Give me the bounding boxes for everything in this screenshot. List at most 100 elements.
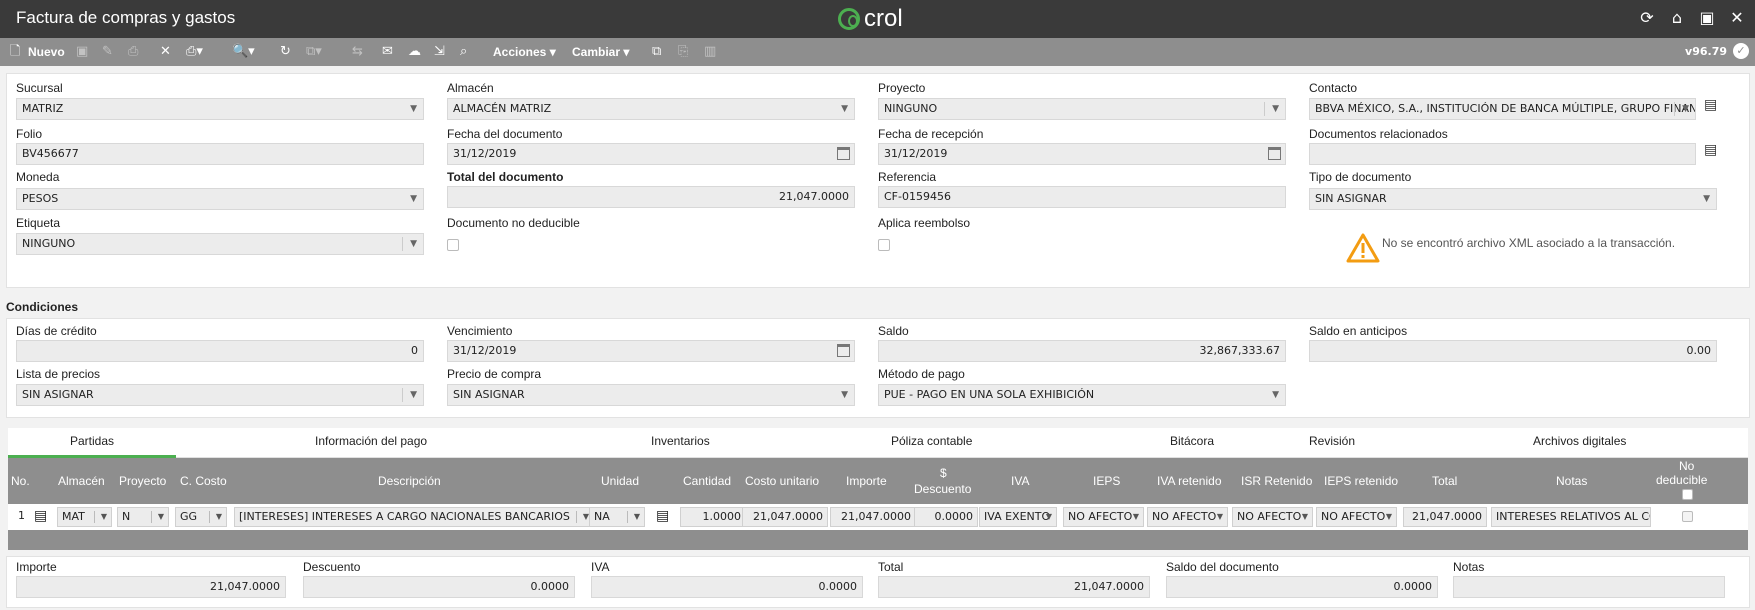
fecha-documento-input[interactable]: 31/12/2019 xyxy=(447,143,855,165)
edit-icon[interactable]: ✎ xyxy=(102,42,113,62)
total-documento-input[interactable]: 21,047.0000 xyxy=(447,186,855,208)
totals-iva-label: IVA xyxy=(591,560,610,574)
saldo-anticipos-input[interactable]: 0.00 xyxy=(1309,340,1717,362)
home-icon[interactable]: ⌂ xyxy=(1667,8,1687,28)
dias-credito-input[interactable]: 0 xyxy=(16,340,424,362)
almacen-select[interactable]: ALMACÉN MATRIZ ▼ xyxy=(447,98,855,120)
moneda-select[interactable]: PESOS ▼ xyxy=(16,188,424,210)
row-ieps-select[interactable]: NO AFECTO ▼ xyxy=(1063,507,1144,527)
actions-menu[interactable]: Acciones ▾ xyxy=(493,42,556,62)
col-descripcion: Descripción xyxy=(378,474,441,488)
grid-header: No. Almacén Proyecto C. Costo Descripció… xyxy=(8,458,1748,504)
fecha-recepcion-input[interactable]: 31/12/2019 xyxy=(878,143,1286,165)
row-total-input[interactable]: 21,047.0000 xyxy=(1403,507,1487,527)
select-all-checkbox[interactable] xyxy=(1682,489,1693,500)
chevron-down-icon: ▼ xyxy=(1216,512,1223,521)
folio-input[interactable]: BV456677 xyxy=(16,143,424,165)
totals-importe-label: Importe xyxy=(16,560,57,574)
chevron-down-icon: ▼ xyxy=(410,390,417,400)
col-iva-retenido: IVA retenido xyxy=(1157,474,1222,488)
totals-iva-value: 0.0000 xyxy=(591,576,863,598)
barcode-icon[interactable]: ▥ xyxy=(704,42,716,62)
tab-partidas[interactable]: Partidas xyxy=(70,434,114,448)
referencia-input[interactable]: CF-0159456 xyxy=(878,186,1286,208)
documents-icon[interactable]: ⧉ xyxy=(652,42,661,62)
chevron-down-icon: ▼ xyxy=(841,104,848,114)
tipo-documento-label: Tipo de documento xyxy=(1309,170,1412,184)
row-costo-unitario-input[interactable]: 21,047.0000 xyxy=(742,507,828,527)
reload-icon[interactable]: ↻ xyxy=(280,42,291,62)
etiqueta-select[interactable]: NINGUNO ▼ xyxy=(16,233,424,255)
tab-bitacora[interactable]: Bitácora xyxy=(1170,434,1214,448)
close-icon[interactable]: ✕ xyxy=(1727,8,1747,28)
chevron-down-icon: ▼ xyxy=(1272,390,1279,400)
new-button[interactable]: Nuevo xyxy=(28,42,65,62)
cancel-icon[interactable]: ✕ xyxy=(160,42,171,62)
tipo-documento-select[interactable]: SIN ASIGNAR ▼ xyxy=(1309,188,1717,210)
xml-warning-text: No se encontró archivo XML asociado a la… xyxy=(1382,236,1676,250)
row-importe-input[interactable]: 21,047.0000 xyxy=(830,507,916,527)
tab-revision[interactable]: Revisión xyxy=(1309,434,1355,448)
row-descuento-input[interactable]: 0.0000 xyxy=(914,507,978,527)
totals-notas-input[interactable] xyxy=(1453,576,1725,598)
new-doc-icon[interactable]: 🗋 xyxy=(10,42,20,62)
preview-icon[interactable]: 🔍▾ xyxy=(232,42,255,62)
documentos-relacionados-input[interactable] xyxy=(1309,143,1696,165)
precio-compra-select[interactable]: SIN ASIGNAR ▼ xyxy=(447,384,855,406)
attach-icon[interactable]: ⎘ xyxy=(678,42,688,62)
aplica-reembolso-checkbox[interactable] xyxy=(878,239,890,251)
row-almacen-select[interactable]: MAT ▼ xyxy=(57,507,112,527)
chevron-down-icon: ▼ xyxy=(633,512,640,521)
stamp-icon[interactable]: ⎙ xyxy=(128,42,138,62)
contacto-select[interactable]: BBVA MÉXICO, S.A., INSTITUCIÓN DE BANCA … xyxy=(1309,98,1696,120)
row-ieps-retenido-select[interactable]: NO AFECTO ▼ xyxy=(1316,507,1397,527)
contact-card-icon[interactable]: ▤ xyxy=(1704,97,1722,113)
change-menu[interactable]: Cambiar ▾ xyxy=(572,42,629,62)
etiqueta-label: Etiqueta xyxy=(16,216,61,230)
contacto-label: Contacto xyxy=(1309,81,1358,95)
row-cantidad-input[interactable]: 1.0000 xyxy=(680,507,746,527)
proyecto-select[interactable]: NINGUNO ▼ xyxy=(878,98,1286,120)
transfer-icon[interactable]: ⇆ xyxy=(352,42,363,62)
row-iva-retenido-select[interactable]: NO AFECTO ▼ xyxy=(1147,507,1228,527)
vencimiento-input[interactable]: 31/12/2019 xyxy=(447,340,855,362)
chevron-down-icon: ▼ xyxy=(410,239,417,249)
lista-precios-select[interactable]: SIN ASIGNAR ▼ xyxy=(16,384,424,406)
row-ccosto-select[interactable]: GG ▼ xyxy=(175,507,227,527)
refresh-icon[interactable]: ⟳ xyxy=(1637,8,1657,28)
title-bar: Factura de compras y gastos crol ⟳ ⌂ ▣ ✕ xyxy=(0,0,1755,38)
copy-icon[interactable]: ⧉▾ xyxy=(306,42,322,62)
search-doc-icon[interactable]: ⌕ xyxy=(460,42,467,62)
totals-saldo-value: 0.0000 xyxy=(1166,576,1438,598)
calendar-icon xyxy=(837,344,850,357)
metodo-pago-select[interactable]: PUE - PAGO EN UNA SOLA EXHIBICIÓN ▼ xyxy=(878,384,1286,406)
upload-icon[interactable]: ☁ xyxy=(408,42,421,62)
window-icon[interactable]: ▣ xyxy=(1697,8,1717,28)
print-icon[interactable]: ⎙▾ xyxy=(186,42,203,62)
row-isr-retenido-select[interactable]: NO AFECTO ▼ xyxy=(1232,507,1313,527)
row-detail-icon[interactable]: ▤ xyxy=(34,508,47,524)
precio-compra-label: Precio de compra xyxy=(447,367,542,381)
save-icon[interactable]: ▣ xyxy=(76,42,88,62)
tab-poliza-contable[interactable]: Póliza contable xyxy=(891,434,972,448)
row-no-deducible-checkbox[interactable] xyxy=(1682,511,1693,522)
sucursal-select[interactable]: MATRIZ ▼ xyxy=(16,98,424,120)
row-descripcion-select[interactable]: [INTERESES] INTERESES A CARGO NACIONALES… xyxy=(234,507,594,527)
export-icon[interactable]: ⇲ xyxy=(434,42,445,62)
tab-informacion-pago[interactable]: Información del pago xyxy=(315,434,427,448)
mail-icon[interactable]: ✉ xyxy=(382,42,393,62)
window-title: Factura de compras y gastos xyxy=(16,8,236,27)
saldo-input[interactable]: 32,867,333.67 xyxy=(878,340,1286,362)
row-iva-select[interactable]: IVA EXENTO ▼ xyxy=(979,507,1057,527)
totals-total-label: Total xyxy=(878,560,904,574)
row-unit-detail-icon[interactable]: ▤ xyxy=(656,508,669,524)
related-docs-icon[interactable]: ▤ xyxy=(1704,142,1722,158)
row-notas-input[interactable]: INTERESES RELATIVOS AL CC xyxy=(1491,507,1651,527)
folio-label: Folio xyxy=(16,127,43,141)
no-deducible-checkbox[interactable] xyxy=(447,239,459,251)
row-unidad-select[interactable]: NA ▼ xyxy=(589,507,645,527)
moneda-label: Moneda xyxy=(16,170,60,184)
tab-archivos-digitales[interactable]: Archivos digitales xyxy=(1533,434,1626,448)
tab-inventarios[interactable]: Inventarios xyxy=(651,434,710,448)
row-proyecto-select[interactable]: N ▼ xyxy=(117,507,169,527)
